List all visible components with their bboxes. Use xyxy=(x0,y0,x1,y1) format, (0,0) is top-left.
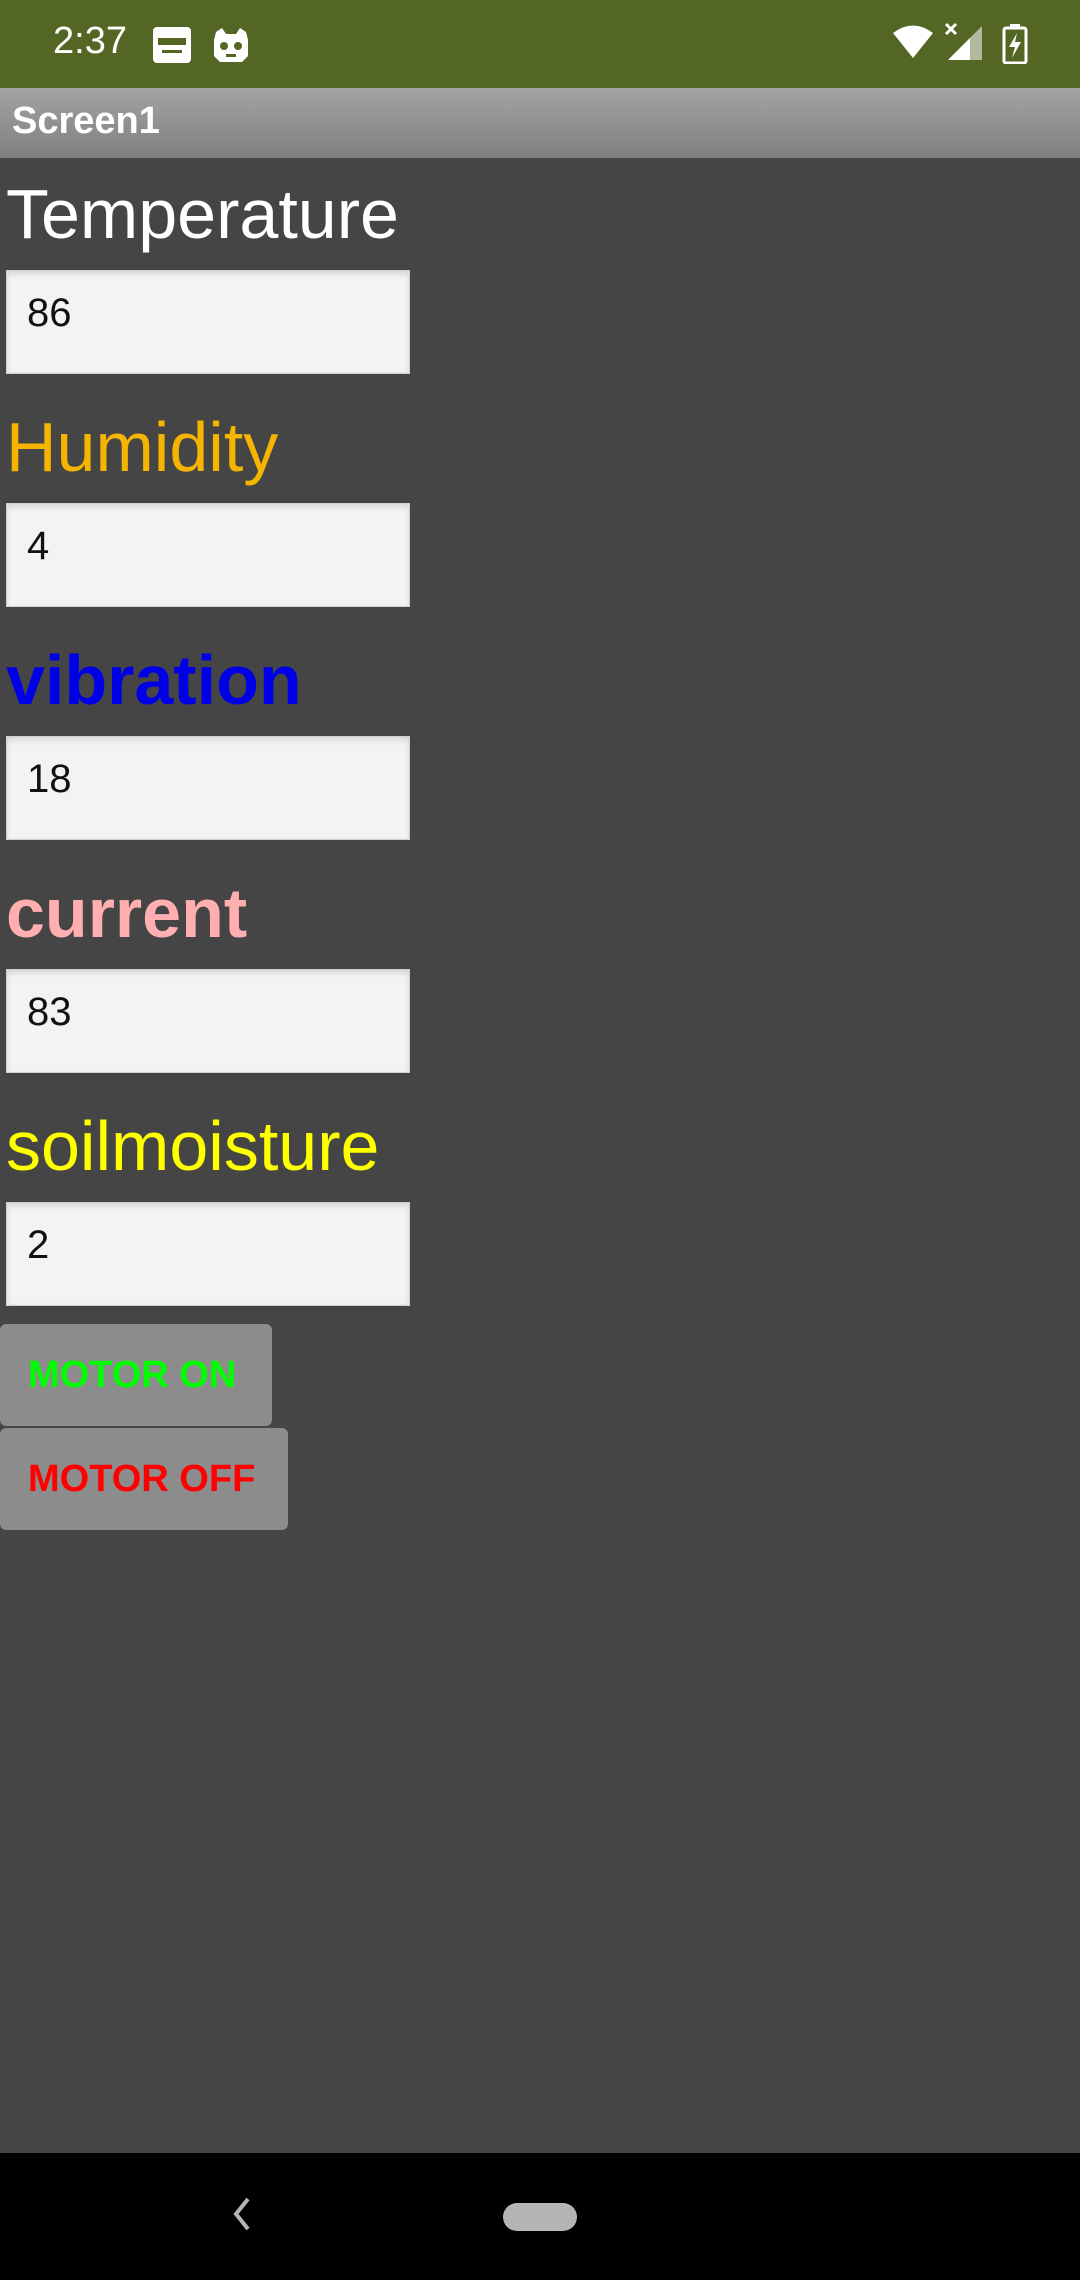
screen-title: Screen1 xyxy=(12,100,160,142)
navigation-bar xyxy=(0,2153,1080,2280)
paytm-icon xyxy=(152,26,192,69)
vibration-label: vibration xyxy=(6,641,302,719)
motor-on-button[interactable]: MOTOR ON xyxy=(0,1324,272,1426)
game-controller-icon xyxy=(210,26,252,69)
back-icon[interactable] xyxy=(226,2189,256,2239)
vibration-field[interactable]: 18 xyxy=(6,736,410,840)
temperature-field[interactable]: 86 xyxy=(6,270,410,374)
humidity-field[interactable]: 4 xyxy=(6,503,410,607)
motor-off-button[interactable]: MOTOR OFF xyxy=(0,1428,288,1530)
temperature-label: Temperature xyxy=(6,175,399,253)
soilmoisture-field[interactable]: 2 xyxy=(6,1202,410,1306)
home-pill-icon[interactable] xyxy=(503,2203,577,2231)
wifi-icon xyxy=(892,24,934,65)
current-field[interactable]: 83 xyxy=(6,969,410,1073)
signal-icon xyxy=(944,22,984,67)
humidity-label: Humidity xyxy=(6,408,279,486)
title-bar: Screen1 xyxy=(0,88,1080,158)
status-time: 2:37 xyxy=(53,20,127,62)
battery-charging-icon xyxy=(1002,24,1028,69)
soilmoisture-label: soilmoisture xyxy=(6,1107,380,1185)
status-bar: 2:37 xyxy=(0,0,1080,88)
current-label: current xyxy=(6,874,248,952)
